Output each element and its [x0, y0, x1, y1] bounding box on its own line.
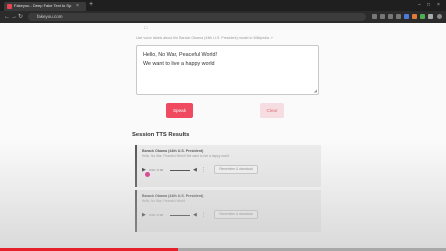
maximize-icon[interactable]: □ [427, 2, 430, 8]
remember-download-button[interactable]: Remember & download [214, 165, 258, 174]
tts-result-card: Barack Obama (44th U.S. President) Hello… [135, 145, 321, 187]
site-favicon-icon [7, 4, 12, 9]
extension-icon[interactable] [404, 14, 409, 19]
result-text: Hello, No War, Peaceful World! We want t… [142, 154, 229, 158]
minimize-icon[interactable]: – [418, 2, 421, 8]
mouse-cursor-highlight [145, 172, 150, 177]
forward-icon[interactable]: → [11, 14, 17, 20]
address-bar[interactable]: fakeyou.com [28, 13, 366, 21]
clear-button[interactable]: Clear [260, 103, 284, 118]
url-text: fakeyou.com [37, 14, 63, 19]
audio-player: ▶ 0:00 / 0:00 ◀ ⋮ [142, 211, 208, 219]
extension-icon[interactable] [420, 14, 425, 19]
voice-hint-text: Use voice labels about the Barack Obama … [136, 36, 274, 40]
extension-icon[interactable] [412, 14, 417, 19]
play-icon[interactable]: ▶ [142, 212, 146, 218]
result-voice-title: Barack Obama (44th U.S. President) [142, 194, 204, 198]
more-options-icon[interactable]: ⋮ [201, 212, 206, 218]
profile-avatar[interactable] [437, 14, 442, 19]
volume-icon[interactable]: ◀ [193, 212, 197, 218]
browser-tab-bar: Fakeyou - Deep Fake Text to Sp × + – □ × [0, 0, 446, 11]
tts-result-card: Barack Obama (44th U.S. President) Hello… [135, 190, 321, 232]
more-options-icon[interactable]: ⋮ [201, 167, 206, 173]
textarea-line: Hello, No War, Peaceful World! [143, 52, 217, 58]
option-checkbox[interactable]: ☐ [144, 25, 148, 30]
tab-title: Fakeyou - Deep Fake Text to Sp [14, 3, 72, 8]
browser-tab[interactable]: Fakeyou - Deep Fake Text to Sp × [4, 2, 86, 11]
volume-icon[interactable]: ◀ [193, 167, 197, 173]
resize-handle-icon[interactable]: ◢ [314, 89, 317, 93]
audio-time: 0:00 / 0:00 [149, 168, 164, 172]
browser-toolbar: ← → ↻ fakeyou.com [0, 11, 446, 23]
extension-icon[interactable] [388, 14, 393, 19]
extension-icon[interactable] [396, 14, 401, 19]
extension-icon[interactable] [380, 14, 385, 19]
speak-button[interactable]: Speak [166, 103, 193, 118]
result-text: Hello, No War, Peaceful World [142, 199, 185, 203]
page-content: ☐ Use voice labels about the Barack Obam… [0, 23, 446, 251]
audio-seek-bar[interactable] [170, 215, 190, 216]
new-tab-icon[interactable]: + [89, 1, 93, 9]
extension-icon[interactable] [428, 14, 433, 19]
remember-download-button[interactable]: Remember & download [214, 210, 258, 219]
session-results-heading: Session TTS Results [132, 132, 190, 138]
close-window-icon[interactable]: × [437, 2, 440, 8]
reload-icon[interactable]: ↻ [18, 14, 23, 20]
audio-time: 0:00 / 0:00 [149, 213, 164, 217]
result-voice-title: Barack Obama (44th U.S. President) [142, 149, 204, 153]
textarea-line: We want to live a happy world [143, 61, 215, 67]
tts-text-input[interactable]: Hello, No War, Peaceful World! We want t… [136, 45, 319, 95]
audio-seek-bar[interactable] [170, 170, 190, 171]
back-icon[interactable]: ← [4, 14, 10, 20]
audio-player: ▶ 0:00 / 0:00 ◀ ⋮ [142, 166, 208, 174]
close-tab-icon[interactable]: × [76, 3, 79, 9]
extension-icon[interactable] [372, 14, 377, 19]
